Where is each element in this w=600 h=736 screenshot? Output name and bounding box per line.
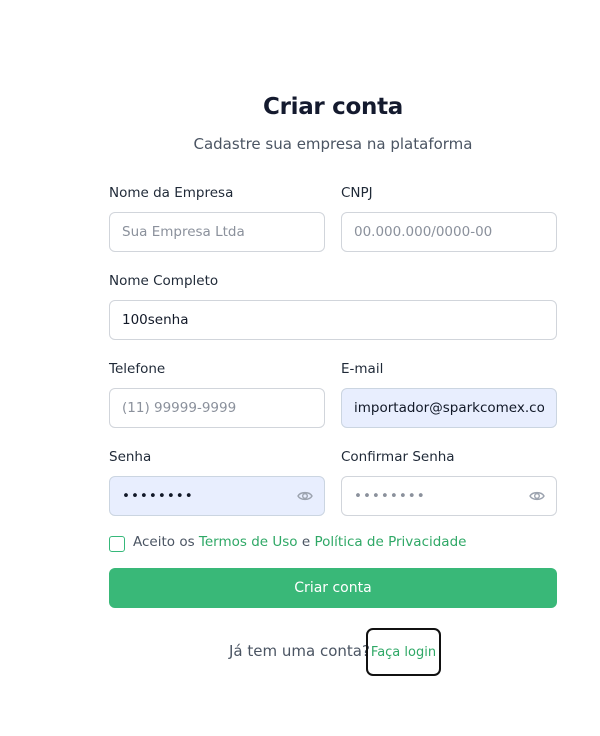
full-name-input[interactable] bbox=[109, 300, 557, 340]
login-question: Já tem uma conta? bbox=[229, 642, 370, 660]
confirm-password-label: Confirmar Senha bbox=[341, 449, 455, 465]
terms-prefix: Aceito os bbox=[133, 534, 195, 550]
login-link[interactable]: Faça login bbox=[366, 628, 441, 676]
email-input[interactable] bbox=[341, 388, 557, 428]
cnpj-input[interactable] bbox=[341, 212, 557, 252]
company-name-input[interactable] bbox=[109, 212, 325, 252]
terms-conjunction: e bbox=[301, 534, 311, 550]
cnpj-label: CNPJ bbox=[341, 185, 373, 201]
signup-page: Criar conta Cadastre sua empresa na plat… bbox=[0, 0, 600, 736]
confirm-password-input[interactable] bbox=[341, 476, 557, 516]
email-label: E-mail bbox=[341, 361, 384, 377]
phone-label: Telefone bbox=[109, 361, 166, 377]
eye-icon[interactable] bbox=[296, 487, 314, 505]
terms-of-use-link[interactable]: Termos de Uso bbox=[199, 534, 298, 550]
phone-input[interactable] bbox=[109, 388, 325, 428]
password-input[interactable] bbox=[109, 476, 325, 516]
privacy-policy-link[interactable]: Política de Privacidade bbox=[314, 534, 466, 550]
full-name-label: Nome Completo bbox=[109, 273, 219, 289]
page-title: Criar conta bbox=[262, 94, 403, 120]
terms-checkbox[interactable] bbox=[109, 536, 125, 552]
create-account-button[interactable]: Criar conta bbox=[109, 568, 557, 608]
page-subtitle: Cadastre sua empresa na plataforma bbox=[193, 135, 473, 153]
company-name-label: Nome da Empresa bbox=[109, 185, 234, 201]
eye-icon[interactable] bbox=[528, 487, 546, 505]
password-label: Senha bbox=[109, 449, 152, 465]
terms-text: Aceito os Termos de Uso e Política de Pr… bbox=[133, 534, 466, 550]
